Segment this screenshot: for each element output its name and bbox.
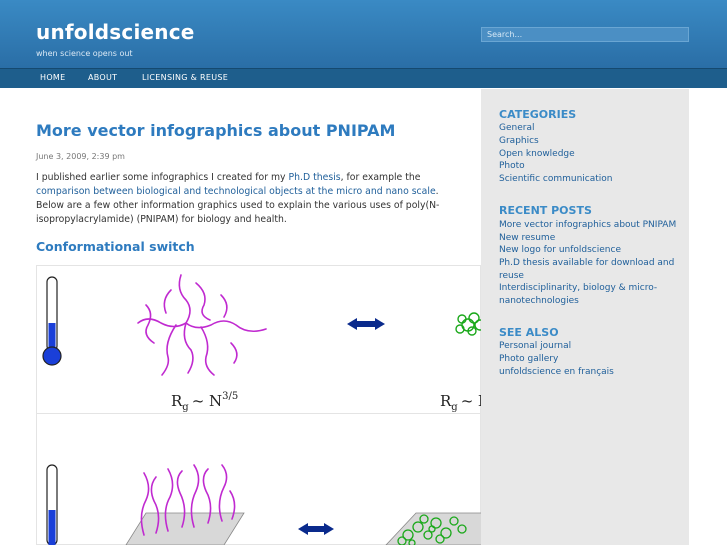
recent-post-link[interactable]: reuse [499, 270, 524, 283]
body-text: I published earlier some infographics I … [36, 172, 289, 183]
nav-item-licensing[interactable]: LICENSING & REUSE [142, 73, 228, 82]
search-input[interactable] [481, 27, 689, 42]
nav-item-home[interactable]: HOME [40, 73, 65, 82]
nav-item-about[interactable]: ABOUT [88, 73, 117, 82]
recent-posts-heading: RECENT POSTS [499, 204, 592, 217]
see-also-link[interactable]: Photo gallery [499, 353, 558, 366]
comparison-link[interactable]: comparison between biological and techno… [36, 186, 436, 197]
sidebar: CATEGORIES General Graphics Open knowled… [481, 89, 689, 545]
site-header: unfoldscience when science opens out [0, 0, 727, 68]
recent-post-link[interactable]: More vector infographics about PNIPAM [499, 219, 676, 232]
site-title[interactable]: unfoldscience [36, 20, 195, 44]
section-heading: Conformational switch [36, 239, 195, 254]
site-tagline: when science opens out [36, 49, 133, 58]
thermometer-cold-icon [46, 464, 58, 545]
category-link[interactable]: Graphics [499, 135, 539, 148]
category-link[interactable]: Photo [499, 160, 525, 173]
infographic-frame [36, 265, 481, 545]
body-text: , for example the [340, 172, 421, 183]
thesis-link[interactable]: Ph.D thesis [289, 172, 341, 183]
post-title[interactable]: More vector infographics about PNIPAM [36, 121, 395, 140]
recent-post-link[interactable]: Interdisciplinarity, biology & micro- [499, 282, 657, 295]
category-link[interactable]: Open knowledge [499, 148, 575, 161]
recent-post-link[interactable]: New logo for unfoldscience [499, 244, 621, 257]
category-link[interactable]: Scientific communication [499, 173, 613, 186]
recent-post-link[interactable]: New resume [499, 232, 555, 245]
see-also-heading: SEE ALSO [499, 326, 559, 339]
post-body: I published earlier some infographics I … [36, 171, 468, 227]
pnipam-infographic: Rg~ N3/5 Rg~ N [36, 265, 481, 545]
formula-right: Rg~ N [440, 392, 481, 413]
categories-heading: CATEGORIES [499, 108, 577, 121]
recent-post-link[interactable]: Ph.D thesis available for download and [499, 257, 674, 270]
post-date: June 3, 2009, 2:39 pm [36, 152, 125, 161]
category-link[interactable]: General [499, 122, 534, 135]
main-nav: HOME ABOUT LICENSING & REUSE [0, 68, 727, 88]
recent-post-link[interactable]: nanotechnologies [499, 295, 579, 308]
see-also-link[interactable]: Personal journal [499, 340, 571, 353]
see-also-link[interactable]: unfoldscience en français [499, 366, 614, 379]
